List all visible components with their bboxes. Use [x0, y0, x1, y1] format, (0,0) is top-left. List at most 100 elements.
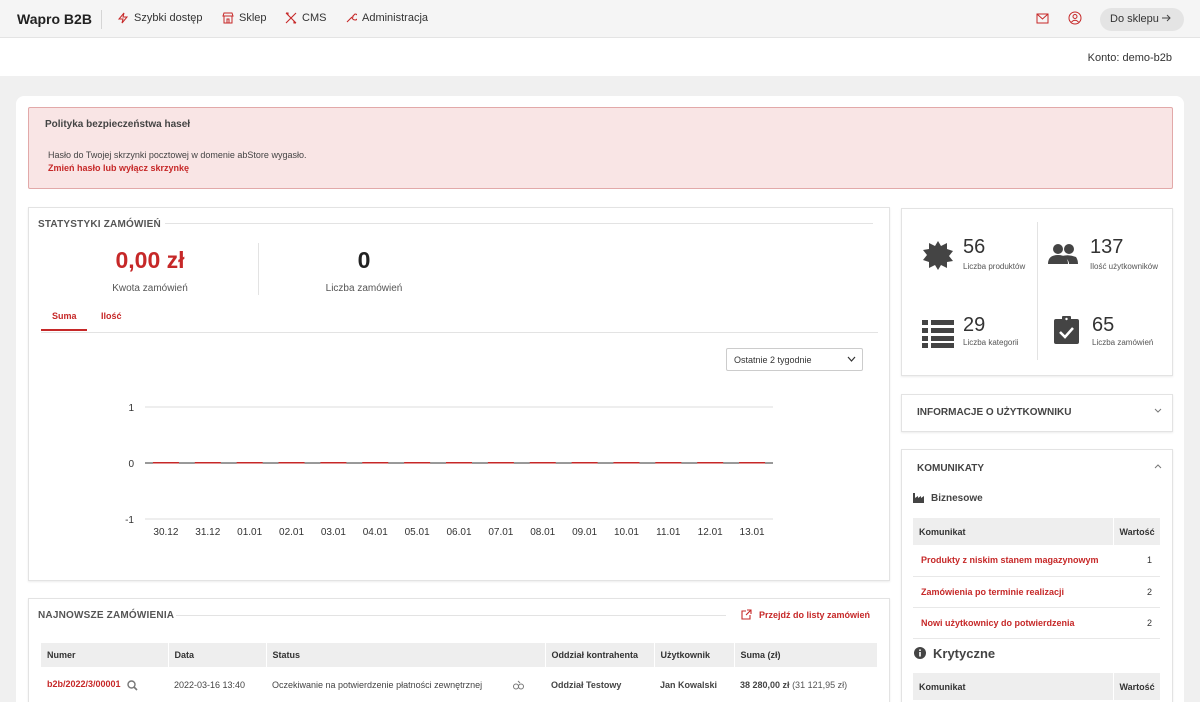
chart-x-tick-label: 30.12: [153, 527, 178, 538]
change-password-link[interactable]: Zmień hasło lub wyłącz skrzynkę: [48, 163, 189, 173]
table-row[interactable]: b2b/2022/3/00001 2022-03-16 13:40 Oczeki…: [41, 667, 878, 702]
divider: [165, 223, 873, 224]
chart-x-tick-label: 01.01: [237, 527, 262, 538]
badge-icon: [923, 241, 953, 270]
col-message: Komunikat: [913, 518, 1113, 545]
chevron-down-icon[interactable]: [1154, 408, 1162, 413]
latest-orders-title: NAJNOWSZE ZAMÓWIENIA: [38, 610, 175, 621]
chart-bar: [739, 462, 766, 464]
order-sum: 38 280,00 zł: [740, 680, 790, 690]
chart-x-tick-label: 02.01: [279, 527, 304, 538]
chart-x-tick-label: 31.12: [195, 527, 220, 538]
table-row[interactable]: Nowi użytkownicy do potwierdzenia 2: [913, 607, 1160, 639]
chevron-down-icon: [847, 356, 856, 362]
tab-sum[interactable]: Suma: [52, 311, 77, 321]
users-icon: [1048, 244, 1078, 264]
order-count-label: Liczba zamówień: [325, 283, 403, 294]
chart-y-tick-label: 1: [128, 403, 134, 414]
nav-shop[interactable]: Sklep: [222, 12, 267, 24]
chart-bar: [362, 462, 389, 464]
brand-logo[interactable]: Wapro B2B: [17, 11, 92, 27]
col-date[interactable]: Data: [168, 643, 267, 667]
factory-icon: [913, 493, 924, 503]
business-messages-table: Komunikat Wartość Produkty z niskim stan…: [913, 518, 1160, 639]
divider: [1037, 222, 1038, 360]
users-count: 137: [1090, 236, 1124, 258]
categories-label: Liczba kategorii: [963, 338, 1019, 347]
clipboard-check-icon: [1054, 316, 1079, 344]
chart-bar: [529, 462, 556, 464]
divider: [101, 10, 102, 29]
nav-quick-access[interactable]: Szybki dostęp: [117, 12, 202, 24]
divider: [41, 332, 878, 333]
alert-title: Polityka bezpieczeństwa haseł: [45, 119, 191, 130]
chart-x-tick-label: 08.01: [530, 527, 555, 538]
nav-cms[interactable]: CMS: [285, 12, 326, 24]
chart-bar: [613, 462, 640, 464]
alert-message: Hasło do Twojej skrzynki pocztowej w dom…: [48, 150, 307, 160]
messages-title[interactable]: KOMUNIKATY: [917, 463, 984, 474]
col-branch[interactable]: Oddział kontrahenta: [545, 643, 655, 667]
go-to-shop-label: Do sklepu: [1110, 13, 1159, 25]
chart-bar: [697, 462, 724, 464]
go-to-orders-link[interactable]: Przejdź do listy zamówień: [759, 610, 870, 620]
wrench-icon: [346, 13, 357, 23]
col-status[interactable]: Status: [266, 643, 546, 667]
nav-label: Administracja: [362, 12, 429, 24]
chart-bar: [278, 462, 305, 464]
chart-y-tick-label: -1: [125, 515, 134, 526]
tab-active-indicator: [41, 329, 87, 331]
order-stats-chart: 1 0 -1 30.12 31.12 01.01 02.01 03.01 04.01 05.01 0…: [125, 403, 773, 538]
order-branch[interactable]: Oddział Testowy: [545, 667, 654, 702]
search-icon[interactable]: [127, 679, 138, 691]
critical-messages-table: Komunikat Wartość: [913, 673, 1160, 700]
account-name: Konto: demo-b2b: [1087, 52, 1172, 64]
table-row[interactable]: Produkty z niskim stanem magazynowym 1: [913, 545, 1160, 577]
order-user[interactable]: Jan Kowalski: [654, 667, 734, 702]
period-select[interactable]: Ostatnie 2 tygodnie: [726, 348, 863, 371]
message-label[interactable]: Produkty z niskim stanem magazynowym: [913, 545, 1113, 577]
chart-x-tick-label: 05.01: [405, 527, 430, 538]
col-number[interactable]: Numer: [41, 643, 169, 667]
users-label: Ilość użytkowników: [1090, 262, 1159, 271]
chart-x-tick-label: 10.01: [614, 527, 639, 538]
tab-quantity[interactable]: Ilość: [101, 311, 122, 321]
user-profile-icon[interactable]: [1068, 11, 1082, 25]
nav-label: Sklep: [239, 12, 267, 24]
chevron-up-icon[interactable]: [1154, 464, 1162, 469]
divider: [176, 615, 726, 616]
chart-bar: [571, 462, 598, 464]
chart-bar: [404, 462, 431, 464]
chart-x-tick-label: 09.01: [572, 527, 597, 538]
order-amount-label: Kwota zamówień: [112, 283, 188, 294]
chart-bar: [487, 462, 514, 464]
message-label[interactable]: Zamówienia po terminie realizacji: [913, 576, 1113, 608]
col-sum[interactable]: Suma (zł): [734, 643, 878, 667]
user-info-title[interactable]: INFORMACJE O UŻYTKOWNIKU: [917, 407, 1071, 418]
message-label[interactable]: Nowi użytkownicy do potwierdzenia: [913, 607, 1113, 639]
chart-x-tick-label: 13.01: [740, 527, 765, 538]
order-sum-net: (31 121,95 zł): [792, 680, 848, 690]
chart-x-tick-label: 11.01: [656, 527, 681, 538]
col-user[interactable]: Użytkownik: [654, 643, 735, 667]
mail-icon[interactable]: [1036, 13, 1049, 24]
nav-administration[interactable]: Administracja: [345, 12, 428, 24]
tools-icon: [285, 12, 297, 24]
categories-count: 29: [963, 314, 986, 336]
table-row[interactable]: Zamówienia po terminie realizacji 2: [913, 576, 1160, 608]
col-value: Wartość: [1112, 673, 1160, 700]
lightning-icon: [117, 12, 129, 24]
order-count-value: 0: [357, 247, 371, 273]
latest-orders-table: Numer Data Status Oddział kontrahenta Uż…: [41, 643, 878, 702]
orders-label: Liczba zamówień: [1092, 338, 1154, 347]
order-number-link[interactable]: b2b/2022/3/00001: [47, 679, 121, 689]
external-link-icon[interactable]: [741, 609, 752, 620]
orders-count: 65: [1092, 314, 1115, 336]
order-amount-value: 0,00 zł: [115, 247, 185, 273]
arrow-right-icon: [1162, 14, 1171, 22]
message-value: 2: [1113, 607, 1160, 639]
chart-x-tick-label: 03.01: [321, 527, 346, 538]
chart-x-tick-label: 12.01: [698, 527, 723, 538]
go-to-shop-button[interactable]: Do sklepu: [1100, 8, 1184, 31]
order-date: 2022-03-16 13:40: [174, 680, 246, 690]
